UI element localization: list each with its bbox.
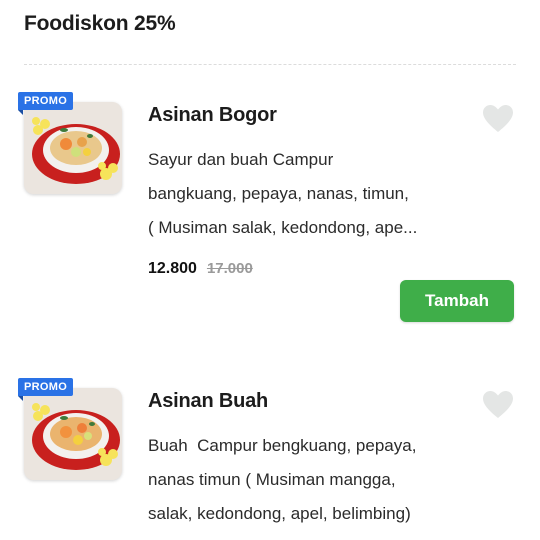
heart-icon[interactable] — [482, 104, 514, 134]
menu-item-description: Sayur dan buah Campur bangkuang, pepaya,… — [148, 143, 468, 245]
menu-item-photo[interactable] — [24, 388, 122, 480]
promo-badge: PROMO — [18, 378, 74, 401]
price-row: 12.800 17.000 — [148, 260, 253, 278]
discount-price: 12.800 — [148, 260, 197, 277]
description-line: Sayur dan buah Campur — [148, 150, 334, 169]
menu-item-description: Buah Campur bengkuang, pepaya, nanas tim… — [148, 429, 468, 531]
menu-item-name: Asinan Buah — [148, 390, 269, 412]
description-line: Buah Campur bengkuang, pepaya, — [148, 436, 417, 455]
food-image — [24, 102, 122, 194]
promo-menu-screen: Foodiskon 25% PROMO Asinan Bogor Sayur d… — [0, 0, 540, 540]
menu-item-name: Asinan Bogor — [148, 104, 277, 126]
food-image — [24, 388, 122, 480]
menu-item-photo[interactable] — [24, 102, 122, 194]
description-line: bangkuang, pepaya, nanas, timun, — [148, 184, 409, 203]
description-line: salak, kedondong, apel, belimbing) — [148, 504, 411, 523]
description-line: nanas timun ( Musiman mangga, — [148, 470, 396, 489]
section-divider — [24, 64, 516, 65]
add-to-cart-button[interactable]: Tambah — [400, 280, 514, 322]
heart-icon[interactable] — [482, 390, 514, 420]
section-title: Foodiskon 25% — [24, 12, 176, 35]
promo-badge: PROMO — [18, 92, 74, 115]
original-price: 17.000 — [206, 260, 253, 277]
description-line: ( Musiman salak, kedondong, ape... — [148, 218, 418, 237]
